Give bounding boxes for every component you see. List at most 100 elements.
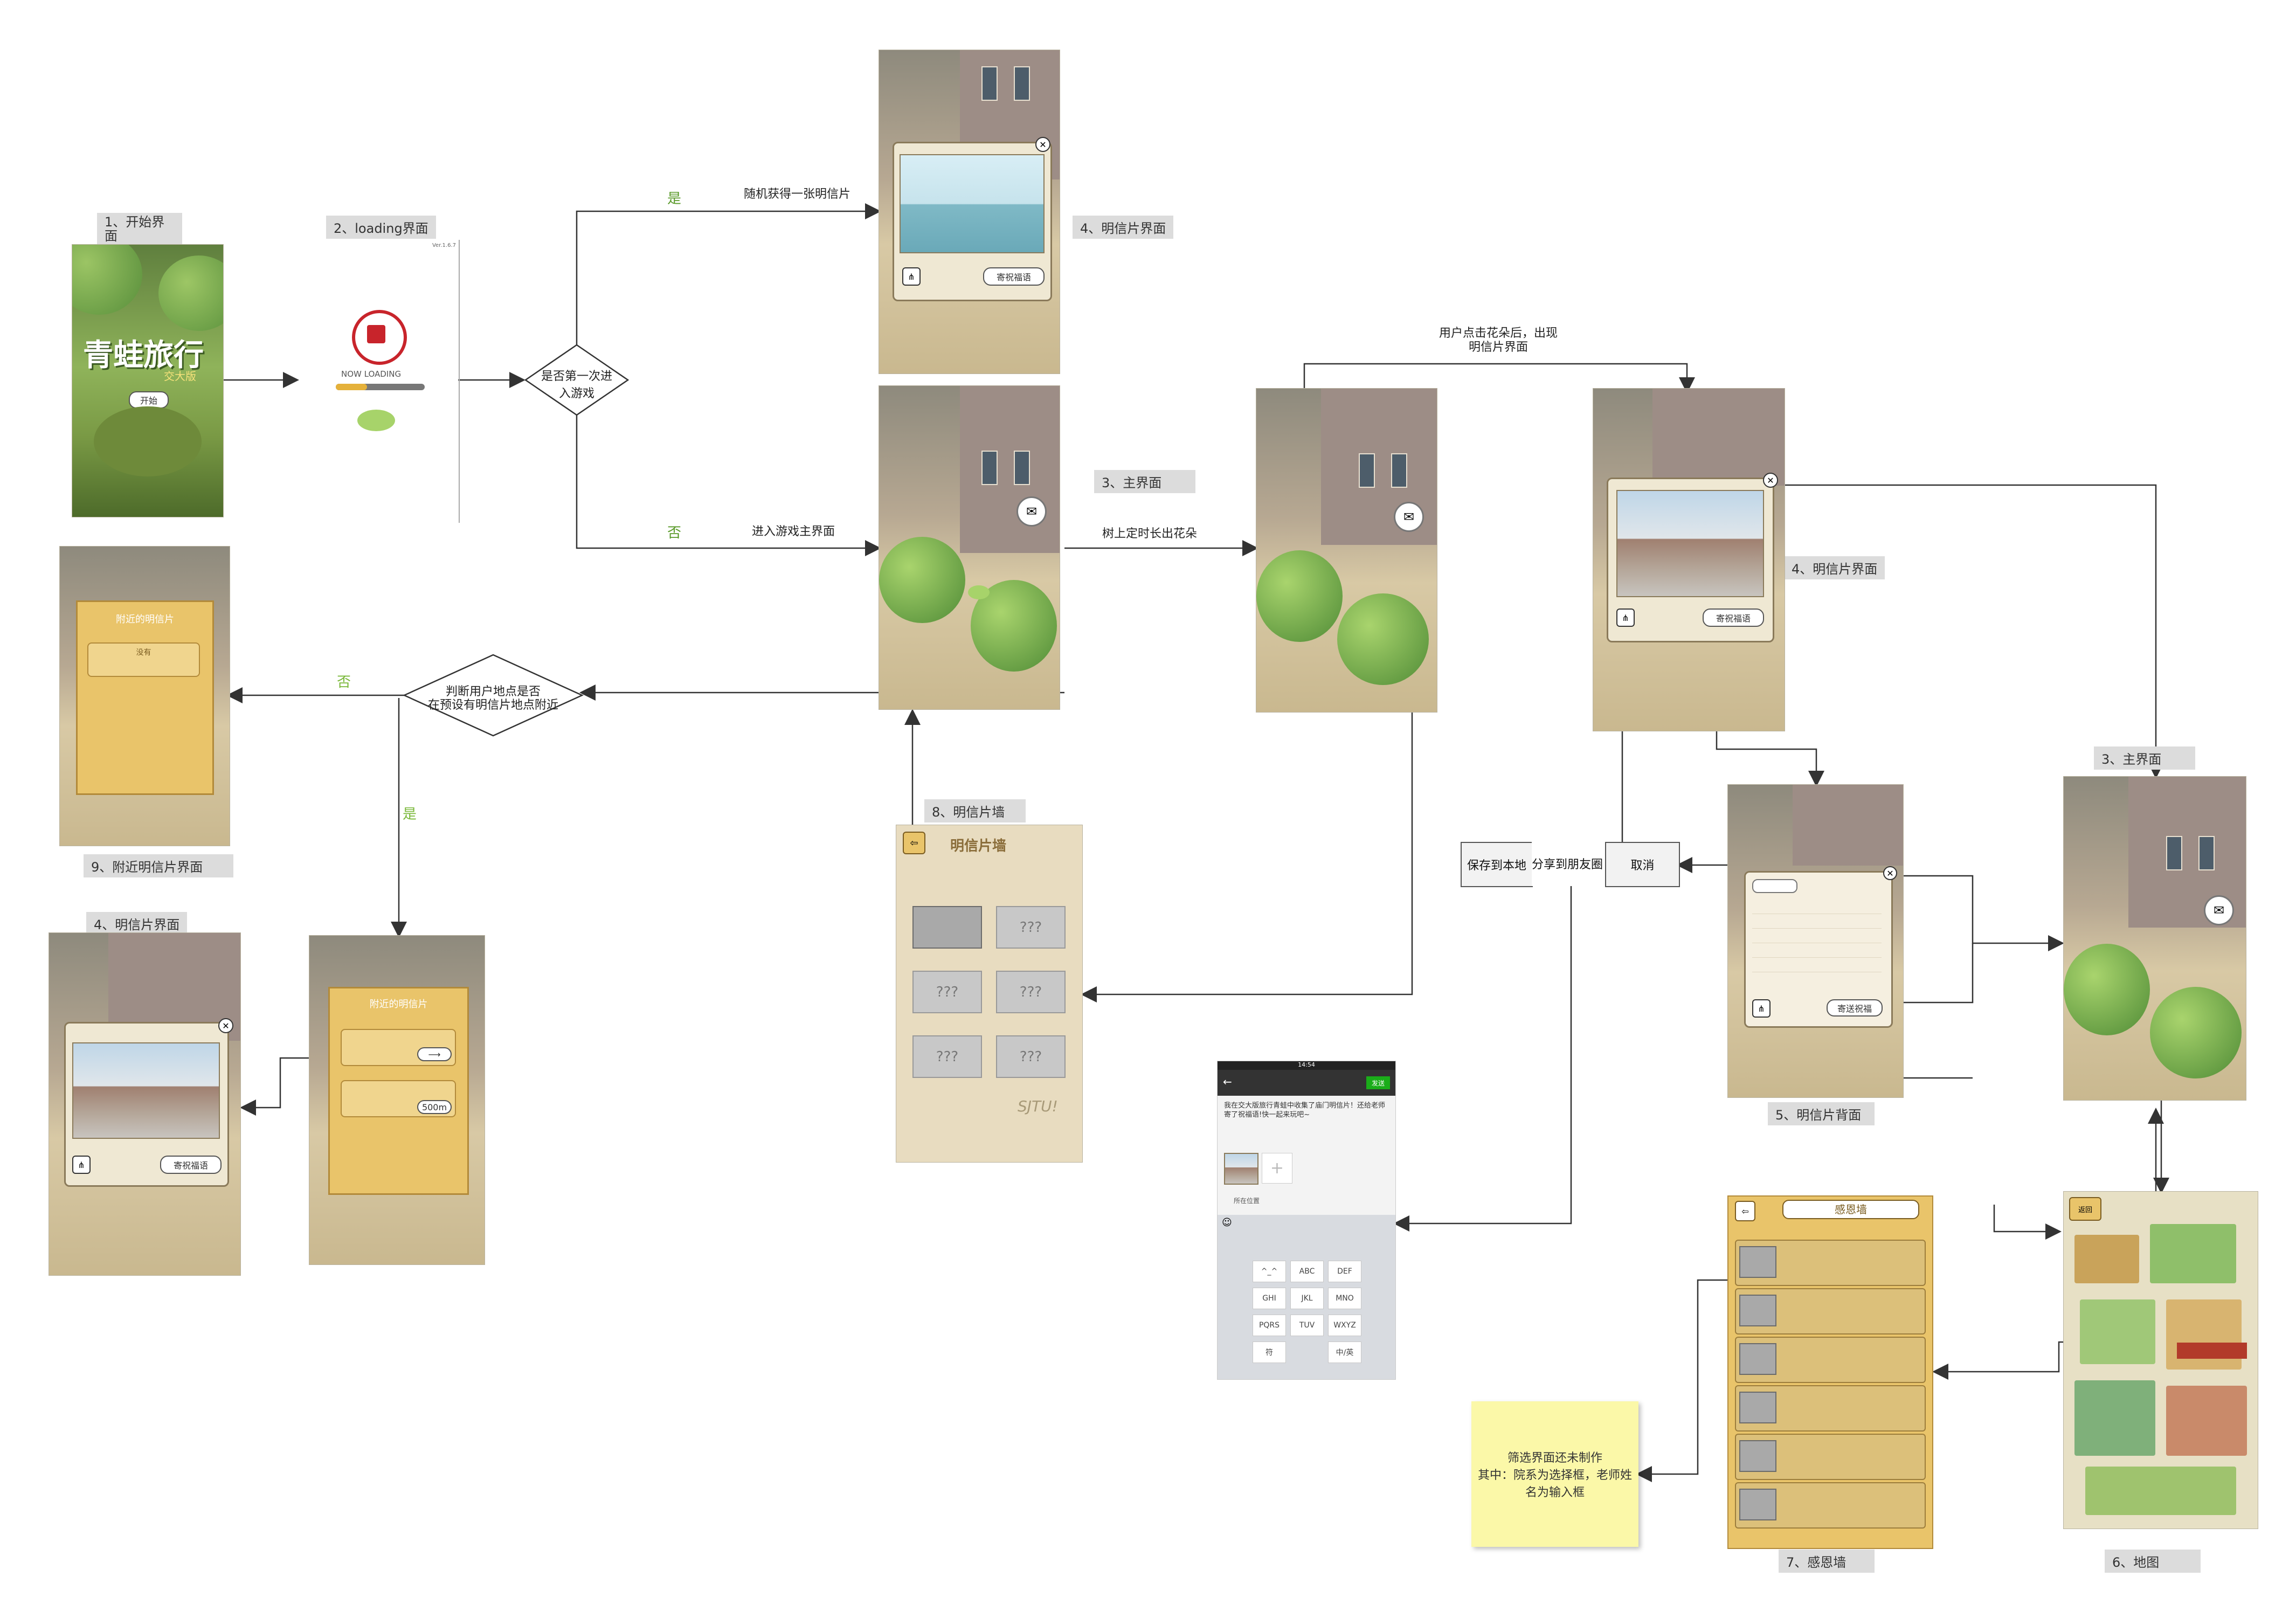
emoji-icon[interactable]: ☺	[1222, 1217, 1232, 1228]
share-moments-button[interactable]: 分享到朋友圈	[1532, 841, 1603, 886]
bless-button[interactable]: 寄祝福语	[1703, 609, 1764, 627]
tag-wall: 8、明信片墙	[924, 799, 1026, 822]
postcard-screen-b: ⋔ 寄祝福语 ✕	[1593, 388, 1785, 731]
thanks-item[interactable]	[1735, 1385, 1926, 1432]
nearby-item[interactable]: ⟶	[341, 1029, 456, 1066]
share-thumbnail	[1224, 1153, 1258, 1185]
note-sticky: 筛选界面还未制作 其中：院系为选择框，老师姓 名为输入框	[1471, 1401, 1638, 1547]
location-text[interactable]: 所在位置	[1234, 1196, 1260, 1205]
edge-random-postcard-label: 随机获得一张明信片	[744, 188, 851, 201]
enter-button[interactable]: ⟶	[417, 1047, 452, 1061]
version-text: Ver.1.6.7	[432, 243, 456, 248]
send-blessing-button[interactable]: 寄送祝福	[1827, 999, 1883, 1017]
loading-bar	[336, 384, 425, 390]
garden-decor	[94, 406, 202, 476]
status-bar: 14:54	[1218, 1061, 1395, 1070]
thanks-item[interactable]	[1735, 1482, 1926, 1529]
main-screen-b: ✉	[2063, 776, 2246, 1101]
mail-icon[interactable]: ✉	[2204, 895, 2234, 925]
close-icon[interactable]: ✕	[218, 1018, 233, 1033]
share-header: ← 发送	[1218, 1070, 1395, 1096]
note-line-2: 其中：院系为选择框，老师姓	[1477, 1469, 1632, 1482]
edge-location-yes-label: 是	[403, 806, 417, 822]
key-symbol[interactable]: 符	[1253, 1342, 1286, 1363]
key-9[interactable]: WXYZ	[1328, 1315, 1361, 1336]
frog-icon	[357, 410, 395, 431]
wall-postcard-6[interactable]: ???	[996, 1035, 1066, 1078]
key-2[interactable]: ABC	[1290, 1261, 1324, 1282]
tag-postcard-a: 4、明信片界面	[1073, 216, 1174, 239]
key-3[interactable]: DEF	[1328, 1261, 1361, 1282]
distance-badge: 500m	[417, 1100, 452, 1114]
share-icon[interactable]: ⋔	[1752, 999, 1771, 1018]
edge-tree-flowers-label: 树上定时长出花朵	[1102, 527, 1198, 541]
postcard-card: ⋔ 寄祝福语 ✕	[1607, 473, 1778, 642]
thanks-item[interactable]	[1735, 1288, 1926, 1334]
postcard-screen-c: ⋔ 寄祝福语 ✕	[49, 932, 241, 1276]
wall-postcard-1[interactable]	[912, 906, 982, 949]
wall-postcard-3[interactable]: ???	[912, 971, 982, 1013]
tag-nearby-empty: 9、附近明信片界面	[84, 854, 233, 877]
map-marker[interactable]	[2177, 1343, 2247, 1359]
key-6[interactable]: MNO	[1328, 1288, 1361, 1309]
nearby-item[interactable]: 500m	[341, 1080, 456, 1117]
edge-no-label: 否	[667, 525, 682, 541]
main-screen-flowers: ✉	[1256, 388, 1437, 713]
recipient-field[interactable]	[1752, 879, 1797, 893]
start-screen: 青蛙旅行 交大版 开始	[72, 244, 224, 517]
edge-click-flower-label-2: 明信片界面	[1468, 341, 1528, 354]
send-button[interactable]: 发送	[1366, 1076, 1390, 1089]
nearby-title: 附近的明信片	[116, 614, 174, 625]
tag-postcard-b: 4、明信片界面	[1784, 556, 1885, 579]
wall-postcard-4[interactable]: ???	[996, 971, 1066, 1013]
thanks-item[interactable]	[1735, 1337, 1926, 1383]
nearby-title: 附近的明信片	[369, 999, 428, 1010]
postcard-photo	[1616, 490, 1764, 597]
keyboard: ☺ ^_^ ABC DEF GHI JKL MNO PQRS TUV WXYZ …	[1218, 1215, 1395, 1379]
postcard-card: ⋔ 寄祝福语 ✕	[893, 137, 1052, 301]
tag-postcard-c: 4、明信片界面	[86, 912, 188, 935]
cancel-button[interactable]: 取消	[1605, 842, 1680, 887]
back-icon[interactable]: ⇦	[1735, 1201, 1755, 1221]
key-8[interactable]: TUV	[1290, 1315, 1324, 1336]
university-logo-icon	[352, 310, 407, 365]
thanks-item[interactable]	[1735, 1240, 1926, 1286]
nearby-screen: 附近的明信片 ⟶ 500m	[309, 935, 485, 1265]
mail-icon[interactable]: ✉	[1016, 496, 1047, 527]
mail-icon[interactable]: ✉	[1394, 502, 1424, 532]
loading-text: NOW LOADING	[341, 369, 402, 379]
postcard-screen-a: ⋔ 寄祝福语 ✕	[879, 50, 1060, 374]
share-icon[interactable]: ⋔	[902, 267, 921, 286]
back-arrow-icon[interactable]: ←	[1223, 1075, 1232, 1088]
postcard-wall-screen: ⇦ 明信片墙 ??? ??? ??? ??? ??? SJTU!	[896, 825, 1083, 1163]
key-4[interactable]: GHI	[1253, 1288, 1286, 1309]
key-1[interactable]: ^_^	[1253, 1261, 1286, 1282]
key-5[interactable]: JKL	[1290, 1288, 1324, 1309]
wall-postcard-2[interactable]: ???	[996, 906, 1066, 949]
share-icon[interactable]: ⋔	[72, 1156, 91, 1174]
note-line-1: 筛选界面还未制作	[1507, 1451, 1602, 1465]
edge-share-to-keyboard	[1393, 884, 1572, 1232]
main-screen-a: ✉	[879, 385, 1060, 710]
wall-postcard-5[interactable]: ???	[912, 1035, 982, 1078]
tag-loading: 2、loading界面	[326, 216, 436, 239]
close-icon[interactable]: ✕	[1763, 473, 1778, 488]
key-lang[interactable]: 中/英	[1328, 1342, 1361, 1363]
thanks-item[interactable]	[1735, 1434, 1926, 1480]
tag-start: 1、开始界面	[97, 213, 182, 245]
bless-button[interactable]: 寄祝福语	[160, 1156, 222, 1174]
bless-button[interactable]: 寄祝福语	[983, 267, 1045, 286]
back-button[interactable]: 返回	[2069, 1197, 2101, 1221]
share-message[interactable]: 我在交大版旅行青蛙中收集了庙门明信片！还给老师寄了祝福语!快一起来玩吧~	[1224, 1101, 1386, 1119]
save-local-button[interactable]: 保存到本地	[1461, 842, 1533, 887]
tag-back: 5、明信片背面	[1768, 1102, 1875, 1125]
message-lines	[1752, 900, 1882, 975]
back-icon[interactable]: ⇦	[903, 832, 925, 854]
close-icon[interactable]: ✕	[1035, 137, 1050, 152]
key-7[interactable]: PQRS	[1253, 1315, 1286, 1336]
decision-first-time-label: 是否第一次进入游戏	[541, 370, 612, 400]
edge-yes-to-postcard	[576, 203, 881, 345]
share-icon[interactable]: ⋔	[1616, 609, 1635, 627]
close-icon[interactable]: ✕	[1883, 866, 1897, 880]
add-image-button[interactable]: +	[1262, 1153, 1292, 1184]
